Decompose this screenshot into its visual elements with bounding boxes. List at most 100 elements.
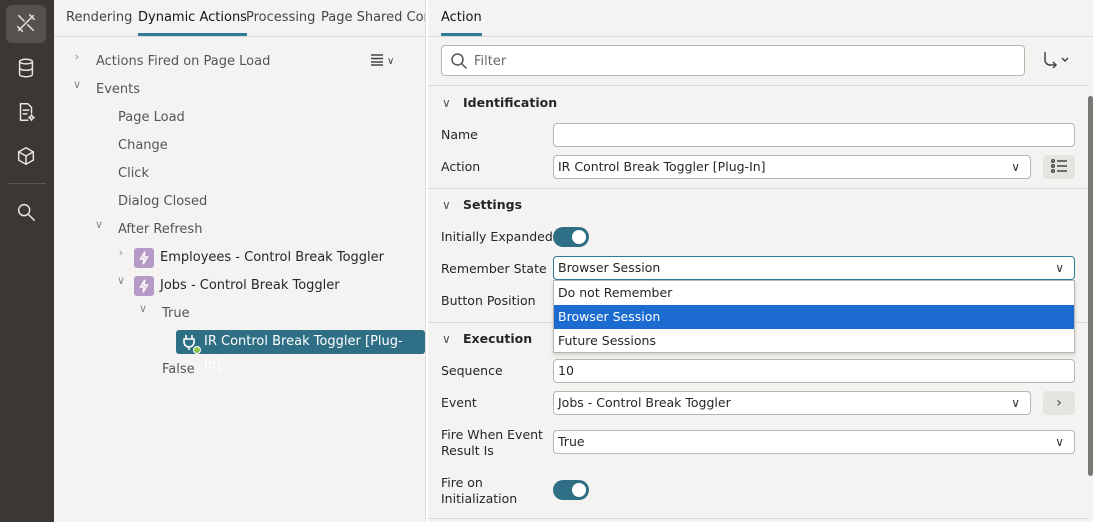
tree-node-after-refresh[interactable]: After Refresh — [118, 218, 202, 242]
tree-node-false[interactable]: False — [162, 358, 195, 382]
tree-node-actions-on-load[interactable]: Actions Fired on Page Load — [96, 50, 270, 74]
chevron-down-icon: ∨ — [1055, 435, 1064, 449]
rail-divider — [8, 183, 46, 184]
property-editor: Action ∨ Identification Name Action IR C… — [428, 0, 1093, 522]
go-to-event-button[interactable]: › — [1043, 391, 1075, 415]
fire-when-label-line1: Fire When Event — [441, 427, 543, 442]
lightning-icon — [134, 276, 154, 296]
tree-node-click[interactable]: Click — [118, 162, 149, 186]
chevron-down-icon[interactable]: ∨ — [116, 274, 126, 298]
tab-action[interactable]: Action — [441, 0, 482, 36]
sql-workshop-button[interactable] — [6, 50, 46, 88]
section-title: Execution — [463, 331, 533, 346]
scrollbar[interactable] — [1088, 96, 1093, 476]
event-value: Jobs - Control Break Toggler — [558, 395, 731, 410]
go-to-group-icon — [1041, 50, 1071, 73]
fire-init-label-line2: Initialization — [441, 491, 518, 506]
fire-when-label: Fire When Event Result Is — [441, 427, 543, 459]
tab-dynamic-actions[interactable]: Dynamic Actions — [138, 0, 247, 36]
fire-when-select[interactable]: True ∨ — [553, 430, 1075, 454]
tree-node-page-load[interactable]: Page Load — [118, 106, 185, 130]
toggle-knob — [572, 483, 586, 497]
plugin-list-button[interactable] — [1043, 155, 1075, 179]
fire-init-label: Fire on Initialization — [441, 475, 517, 507]
search-icon — [450, 52, 468, 70]
chevron-right-icon: › — [1056, 395, 1062, 411]
chevron-down-icon: ∨ — [1055, 261, 1064, 275]
tree-node-dialog-closed[interactable]: Dialog Closed — [118, 190, 207, 214]
initially-expanded-label: Initially Expanded — [441, 229, 553, 244]
fire-when-value: True — [558, 434, 585, 449]
chevron-right-icon[interactable]: › — [72, 50, 82, 74]
filter-input[interactable] — [474, 50, 1014, 72]
tree-menu-button[interactable]: ∨ — [370, 50, 400, 72]
chevron-down-icon: ∨ — [387, 55, 395, 67]
section-settings[interactable]: ∨ Settings — [428, 188, 1088, 222]
tree-node-true[interactable]: True — [162, 302, 190, 326]
lightning-icon — [134, 248, 154, 268]
dropdown-option[interactable]: Do not Remember — [554, 281, 1074, 305]
selected-action-label: IR Control Break Toggler [Plug-In] — [204, 334, 403, 373]
section-identification[interactable]: ∨ Identification — [428, 86, 1088, 120]
list-icon — [1050, 158, 1068, 177]
button-position-label: Button Position — [441, 293, 536, 308]
fire-init-label-line1: Fire on — [441, 475, 483, 490]
chevron-down-icon: ∨ — [442, 198, 451, 212]
page-designer-icon — [15, 12, 37, 37]
property-tabs: Action — [428, 0, 1093, 37]
tree-node-selected-action[interactable]: IR Control Break Toggler [Plug-In] — [176, 330, 425, 373]
dropdown-option-selected[interactable]: Browser Session — [554, 305, 1074, 329]
tab-rendering[interactable]: Rendering — [66, 0, 132, 36]
remember-state-label: Remember State — [441, 261, 547, 276]
chevron-down-icon: ∨ — [442, 332, 451, 346]
action-value: IR Control Break Toggler [Plug-In] — [558, 159, 766, 174]
section-divider — [428, 518, 1088, 519]
action-label: Action — [441, 159, 481, 174]
action-select[interactable]: IR Control Break Toggler [Plug-In] ∨ — [553, 155, 1031, 179]
section-title: Identification — [463, 95, 558, 110]
remember-state-select[interactable]: Browser Session ∨ — [553, 256, 1075, 280]
name-field[interactable] — [553, 123, 1075, 147]
cube-icon — [15, 145, 37, 170]
navigation-rail — [0, 0, 54, 522]
chevron-down-icon[interactable]: ∨ — [138, 302, 148, 326]
tree-tabs: Rendering Dynamic Actions Processing Pag… — [54, 0, 425, 37]
fire-when-label-line2: Result Is — [441, 443, 494, 458]
status-dot — [193, 346, 201, 354]
shared-components-button[interactable] — [6, 138, 46, 176]
menu-icon — [370, 53, 384, 69]
search-button[interactable] — [6, 194, 46, 232]
page-generator-button[interactable] — [6, 94, 46, 132]
filter-box — [441, 45, 1025, 76]
chevron-right-icon[interactable]: › — [116, 246, 126, 270]
dropdown-option[interactable]: Future Sessions — [554, 329, 1074, 353]
tab-page-shared-components[interactable]: Page Shared Compo — [321, 0, 425, 36]
section-title: Settings — [463, 197, 523, 212]
sequence-field[interactable]: 10 — [553, 359, 1075, 383]
chevron-down-icon[interactable]: ∨ — [94, 218, 104, 242]
event-select[interactable]: Jobs - Control Break Toggler ∨ — [553, 391, 1031, 415]
initially-expanded-toggle[interactable] — [553, 227, 589, 247]
remember-state-dropdown: Do not Remember Browser Session Future S… — [553, 280, 1075, 353]
tree-node-employees[interactable]: Employees - Control Break Toggler — [160, 246, 384, 270]
chevron-down-icon: ∨ — [442, 96, 451, 110]
tree-node-jobs[interactable]: Jobs - Control Break Toggler — [160, 274, 340, 298]
event-label: Event — [441, 395, 477, 410]
page-designer-button[interactable] — [6, 5, 46, 43]
tab-processing[interactable]: Processing — [246, 0, 315, 36]
page-sparkle-icon — [15, 101, 37, 126]
fire-on-init-toggle[interactable] — [553, 480, 589, 500]
tree-panel: Rendering Dynamic Actions Processing Pag… — [54, 0, 426, 522]
chevron-down-icon[interactable]: ∨ — [72, 78, 82, 102]
toggle-knob — [572, 230, 586, 244]
name-label: Name — [441, 127, 478, 142]
database-icon — [15, 57, 37, 82]
chevron-down-icon: ∨ — [1011, 396, 1020, 410]
tree-node-events[interactable]: Events — [96, 78, 140, 102]
search-icon — [15, 201, 37, 226]
sequence-label: Sequence — [441, 363, 503, 378]
go-to-group-button[interactable] — [1036, 48, 1076, 74]
remember-state-value: Browser Session — [558, 260, 661, 275]
tree-node-change[interactable]: Change — [118, 134, 168, 158]
chevron-down-icon: ∨ — [1011, 160, 1020, 174]
